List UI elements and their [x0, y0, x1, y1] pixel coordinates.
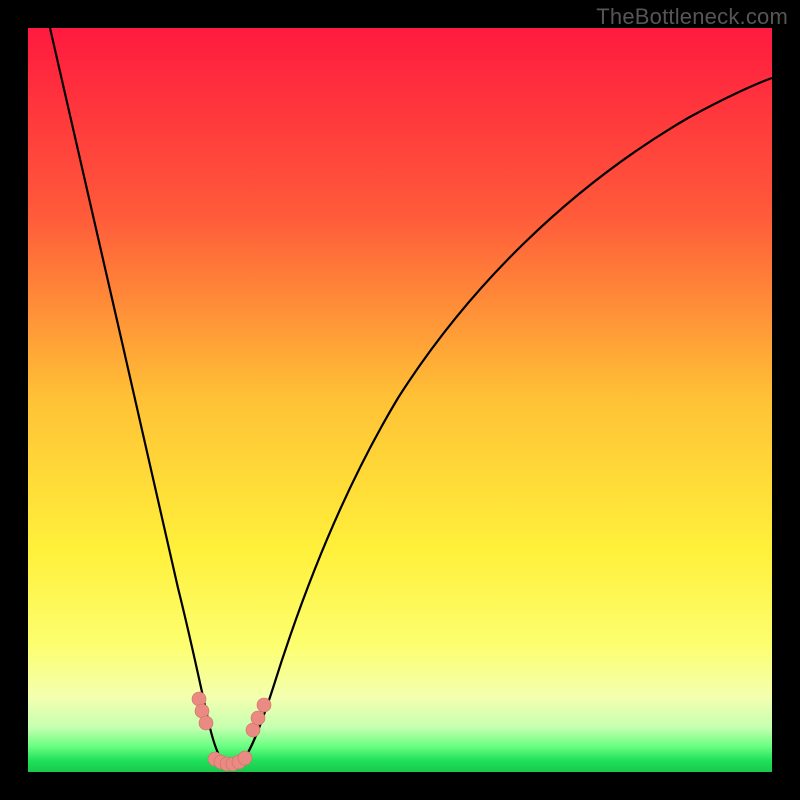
chart-frame: TheBottleneck.com [0, 0, 800, 800]
watermark-text: TheBottleneck.com [596, 4, 788, 30]
bottleneck-curve [28, 28, 772, 772]
plot-area [28, 28, 772, 772]
marker-cluster-bottom [208, 751, 252, 771]
marker-cluster-left [192, 692, 213, 730]
marker-cluster-right [246, 698, 271, 737]
